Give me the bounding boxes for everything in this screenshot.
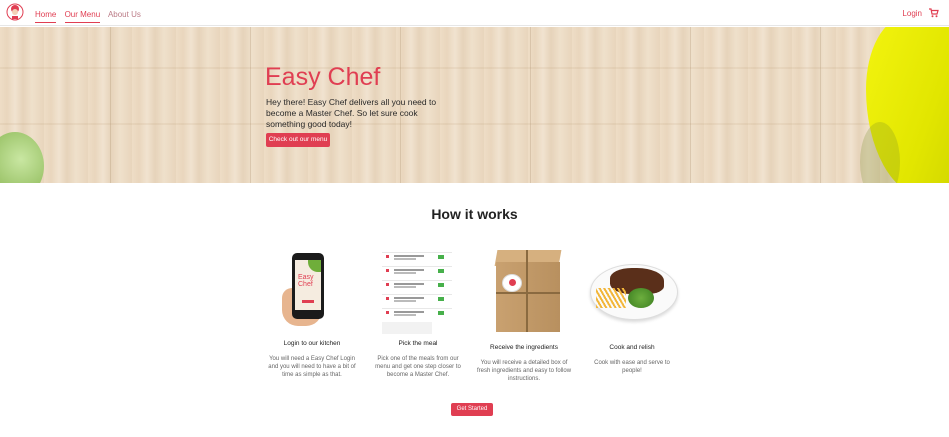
- step-title: Login to our kitchen: [283, 340, 341, 347]
- step-desc: Pick one of the meals from our menu and …: [375, 356, 461, 378]
- menu-row: [382, 294, 452, 304]
- nav-right: Login: [902, 8, 939, 18]
- nav-home-link[interactable]: Home: [35, 10, 57, 23]
- step-desc: You will receive a detailed box of fresh…: [476, 360, 572, 382]
- fries-shape: [596, 288, 626, 308]
- check-menu-button[interactable]: Check out our menu: [266, 133, 330, 147]
- wood-grain: [0, 67, 949, 69]
- step-title: Cook and relish: [609, 344, 655, 351]
- step-pick-meal: Pick the meal Pick one of the meals from…: [370, 240, 466, 379]
- how-it-works-title: How it works: [431, 206, 518, 222]
- get-started-button[interactable]: Get Started: [451, 403, 493, 416]
- menu-row: [382, 280, 452, 290]
- step-login: Easy Chef Login to our kitchen You will …: [264, 240, 360, 379]
- lettuce-decoration: [0, 132, 44, 183]
- wood-plank-line: [530, 27, 531, 183]
- wood-grain: [0, 123, 949, 125]
- step-receive: Receive the ingredients You will receive…: [476, 240, 572, 383]
- wood-plank-line: [110, 27, 111, 183]
- hero-text: Hey there! Easy Chef delivers all you ne…: [266, 97, 437, 129]
- login-link[interactable]: Login: [902, 9, 922, 18]
- broccoli-shape: [628, 288, 654, 308]
- step-title: Receive the ingredients: [490, 344, 558, 351]
- wood-plank-line: [820, 27, 821, 183]
- nav-about-link[interactable]: About Us: [108, 10, 141, 22]
- menu-row: [382, 252, 452, 262]
- nav-menu-link[interactable]: Our Menu: [64, 10, 101, 23]
- menu-screenshot-image: [370, 248, 466, 340]
- box-shape: [488, 248, 562, 332]
- menu-row: [382, 308, 452, 318]
- hero-title: Easy Chef: [265, 63, 381, 91]
- phone-screen-title: Easy Chef: [298, 274, 314, 288]
- step-desc: Cook with ease and serve to people!: [594, 360, 670, 374]
- chef-logo-icon[interactable]: [6, 2, 24, 22]
- step-title: Pick the meal: [398, 340, 438, 347]
- phone-image: Easy Chef: [264, 240, 360, 332]
- box-image: [476, 240, 572, 332]
- phone-screen-button: [302, 300, 314, 303]
- step-cook: Cook and relish Cook with ease and serve…: [584, 240, 680, 375]
- wood-plank-line: [690, 27, 691, 183]
- top-nav: Home Our Menu About Us Login: [0, 0, 949, 26]
- step-desc: You will need a Easy Chef Login and you …: [268, 356, 356, 378]
- menu-bottom-block: [382, 322, 432, 334]
- wood-plank-line: [250, 27, 251, 183]
- menu-row: [382, 266, 452, 276]
- cart-icon[interactable]: [929, 8, 939, 18]
- plate-image: [584, 240, 680, 332]
- hero-banner: Easy Chef Hey there! Easy Chef delivers …: [0, 27, 949, 183]
- nav-links: Home Our Menu About Us: [35, 10, 147, 23]
